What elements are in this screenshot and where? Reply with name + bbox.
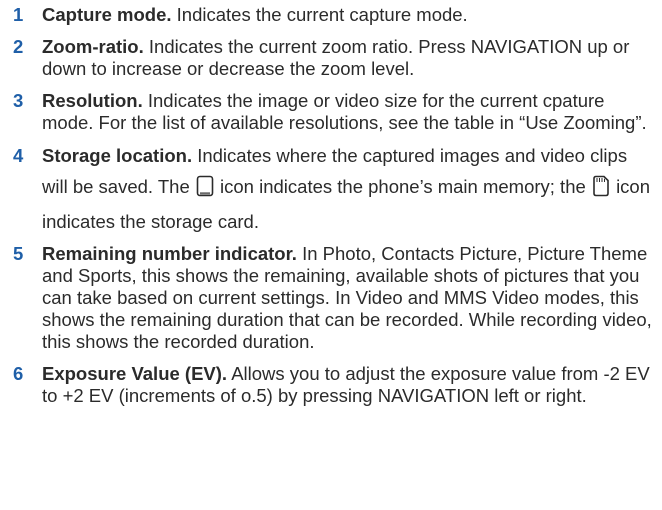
list-item-capture-mode: 1 Capture mode. Indicates the current ca…: [10, 4, 652, 26]
item-term: Storage location.: [42, 145, 193, 166]
item-description-part2: icon indicates the phone’s main memory; …: [220, 176, 586, 197]
item-number: 4: [13, 145, 24, 166]
item-description: Indicates the current capture mode.: [176, 4, 468, 25]
list-item-storage-location: 4 Storage location. Indicates where the …: [10, 140, 652, 237]
list-item-exposure-value: 6 Exposure Value (EV). Allows you to adj…: [10, 363, 652, 407]
item-number: 5: [13, 243, 24, 264]
item-number: 1: [13, 4, 24, 25]
list-item-remaining-number: 5 Remaining number indicator. In Photo, …: [10, 243, 652, 353]
item-term: Zoom-ratio.: [42, 36, 144, 57]
item-number: 6: [13, 363, 24, 384]
item-number: 3: [13, 90, 24, 111]
phone-memory-icon: [196, 175, 214, 206]
item-term: Resolution.: [42, 90, 143, 111]
list-item-resolution: 3 Resolution. Indicates the image or vid…: [10, 90, 652, 134]
storage-card-icon: [592, 175, 610, 206]
item-term: Exposure Value (EV).: [42, 363, 228, 384]
list-item-zoom-ratio: 2 Zoom-ratio. Indicates the current zoom…: [10, 36, 652, 80]
item-number: 2: [13, 36, 24, 57]
item-term: Remaining number indicator.: [42, 243, 297, 264]
item-term: Capture mode.: [42, 4, 172, 25]
numbered-list: 1 Capture mode. Indicates the current ca…: [0, 0, 662, 407]
